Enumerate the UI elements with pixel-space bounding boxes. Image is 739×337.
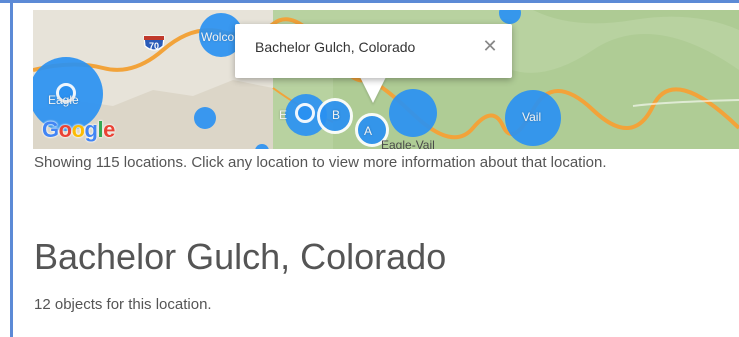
google-logo-letter: o xyxy=(58,117,72,142)
map-label-avon: A xyxy=(364,124,373,138)
google-logo-letter: o xyxy=(71,117,85,142)
locations-summary: Showing 115 locations. Click any locatio… xyxy=(34,154,607,171)
map-label-wolcott: Wolco xyxy=(201,30,235,44)
cluster-marker-beaver-creek[interactable] xyxy=(389,89,437,137)
interstate-shield: 70 xyxy=(142,34,166,54)
location-marker-edwards-center[interactable] xyxy=(295,103,315,123)
map-infowindow: Bachelor Gulch, Colorado ✕ xyxy=(235,24,512,78)
frame-left-border xyxy=(10,0,13,337)
interstate-number: 70 xyxy=(148,41,159,51)
infowindow-pointer xyxy=(360,77,386,103)
map-label-vail: Vail xyxy=(522,110,542,124)
map-label-bachelor: B xyxy=(332,108,341,122)
google-logo-letter: e xyxy=(103,117,115,142)
frame-top-border xyxy=(0,0,739,3)
location-marker-small[interactable] xyxy=(194,107,216,129)
map-label-eagle: Eagle xyxy=(48,93,79,107)
close-icon[interactable]: ✕ xyxy=(480,36,500,56)
map-label-edwards: E xyxy=(279,108,288,122)
object-count: 12 objects for this location. xyxy=(34,296,212,313)
google-logo: Google xyxy=(42,117,115,143)
page-title: Bachelor Gulch, Colorado xyxy=(34,236,447,277)
google-logo-letter: g xyxy=(84,117,98,142)
google-logo-letter: G xyxy=(42,117,59,142)
map-label-eagle-vail: Eagle-Vail xyxy=(381,138,435,149)
infowindow-title: Bachelor Gulch, Colorado xyxy=(255,39,416,55)
